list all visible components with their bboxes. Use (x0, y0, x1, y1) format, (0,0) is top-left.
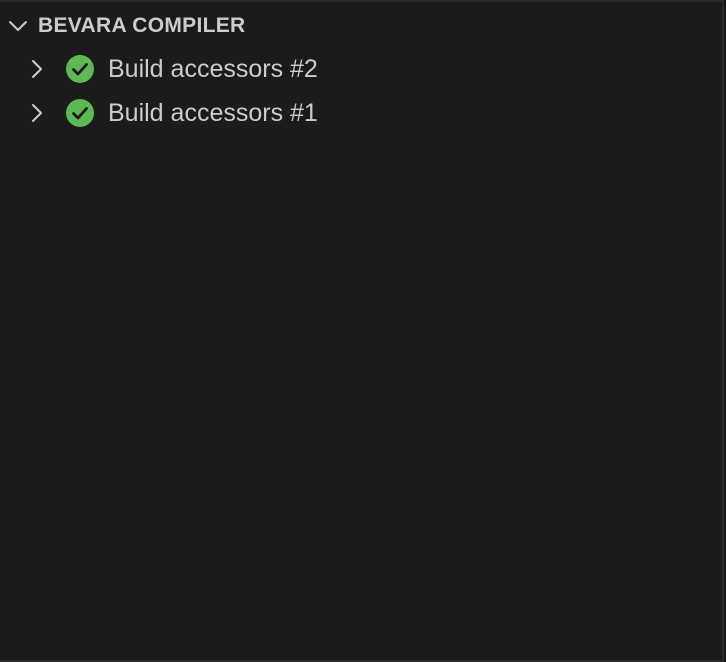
bevara-compiler-view: BEVARA COMPILER Build accessors #2 Build… (0, 0, 724, 662)
section-header[interactable]: BEVARA COMPILER (0, 8, 722, 44)
section-title: BEVARA COMPILER (38, 14, 246, 37)
check-circle-icon (65, 54, 95, 84)
tree-item-build[interactable]: Build accessors #2 (0, 49, 722, 89)
tree-item-label: Build accessors #2 (108, 54, 318, 83)
tree-item-label: Build accessors #1 (108, 98, 318, 127)
chevron-right-icon[interactable] (27, 102, 47, 124)
check-circle-icon (65, 98, 95, 128)
tree-item-build[interactable]: Build accessors #1 (0, 93, 722, 133)
chevron-down-icon[interactable] (7, 15, 29, 37)
chevron-right-icon[interactable] (27, 58, 47, 80)
